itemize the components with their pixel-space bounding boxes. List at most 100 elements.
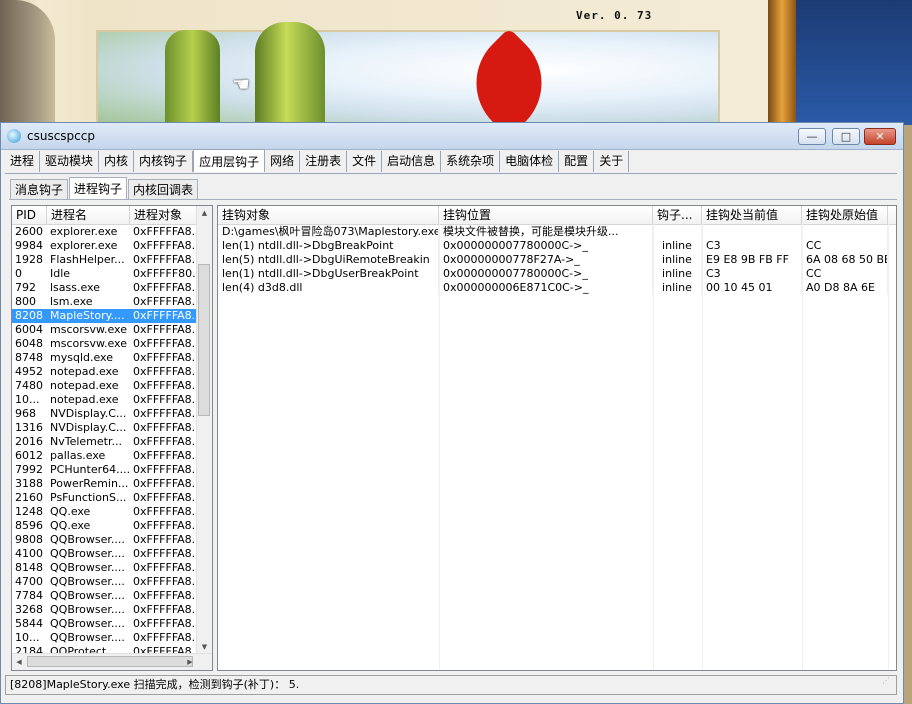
hook-row[interactable]: D:\games\枫叶冒险岛073\Maplestory.exe 模块文件被替换，… <box>218 225 896 239</box>
tab-file[interactable]: 文件 <box>347 151 383 172</box>
horizontal-scrollbar[interactable]: ◀ ▶ <box>12 653 212 670</box>
process-row[interactable]: 2160 PsFunctionS... 0xFFFFFA8... <box>12 491 212 505</box>
sub-tab-bar: 消息钩子 进程钩子 内核回调表 <box>10 177 199 199</box>
process-pid: 10... <box>15 631 40 644</box>
process-row[interactable]: 8596 QQ.exe 0xFFFFFA8... <box>12 519 212 533</box>
process-object: 0xFFFFFA8... <box>133 323 199 336</box>
process-row[interactable]: 968 NVDisplay.C... 0xFFFFFA8... <box>12 407 212 421</box>
tab-about[interactable]: 关于 <box>594 151 630 172</box>
process-row[interactable]: 800 lsm.exe 0xFFFFFA8... <box>12 295 212 309</box>
process-row[interactable]: 4952 notepad.exe 0xFFFFFA8... <box>12 365 212 379</box>
column-header-process-object[interactable]: 进程对象 <box>130 206 199 224</box>
hook-row[interactable]: len(4) d3d8.dll 0x000000006E871C0C->_ inli… <box>218 281 896 295</box>
column-header-current-value[interactable]: 挂钩处当前值 <box>702 206 802 224</box>
process-row[interactable]: 3188 PowerRemin... 0xFFFFFA8... <box>12 477 212 491</box>
process-row[interactable]: 1316 NVDisplay.C... 0xFFFFFA8... <box>12 421 212 435</box>
title-bar[interactable]: csuscspccp — □ ✕ <box>1 123 903 150</box>
tab-network[interactable]: 网络 <box>265 151 301 172</box>
process-row[interactable]: 3268 QQBrowser.... 0xFFFFFA8... <box>12 603 212 617</box>
hook-list[interactable]: 挂钩对象 挂钩位置 钩子... 挂钩处当前值 挂钩处原始值 D:\games\枫… <box>217 205 897 671</box>
column-header-process-name[interactable]: 进程名 <box>47 206 130 224</box>
process-row[interactable]: 7992 PCHunter64.... 0xFFFFFA8... <box>12 463 212 477</box>
tab-app-hooks[interactable]: 应用层钩子 <box>193 149 266 172</box>
process-row[interactable]: 2016 NvTelemetr... 0xFFFFFA8... <box>12 435 212 449</box>
process-row[interactable]: 792 lsass.exe 0xFFFFFA8... <box>12 281 212 295</box>
process-row[interactable]: 1248 QQ.exe 0xFFFFFA8... <box>12 505 212 519</box>
scrollbar-thumb[interactable] <box>27 656 193 667</box>
process-row[interactable]: 0 Idle 0xFFFFF80... <box>12 267 212 281</box>
tab-registry[interactable]: 注册表 <box>300 151 348 172</box>
process-row[interactable]: 9984 explorer.exe 0xFFFFFA8... <box>12 239 212 253</box>
process-row[interactable]: 4700 QQBrowser.... 0xFFFFFA8... <box>12 575 212 589</box>
process-row[interactable]: 9808 QQBrowser.... 0xFFFFFA8... <box>12 533 212 547</box>
process-row[interactable]: 6004 mscorsvw.exe 0xFFFFFA8... <box>12 323 212 337</box>
process-row[interactable]: 6012 pallas.exe 0xFFFFFA8... <box>12 449 212 463</box>
process-name: QQBrowser.... <box>50 617 125 630</box>
tab-process[interactable]: 进程 <box>5 151 41 172</box>
process-row[interactable]: 1928 FlashHelper... 0xFFFFFA8... <box>12 253 212 267</box>
maximize-button[interactable]: □ <box>832 128 860 145</box>
process-object: 0xFFFFFA8... <box>133 575 199 588</box>
process-row[interactable]: 7480 notepad.exe 0xFFFFFA8... <box>12 379 212 393</box>
tab-system-misc[interactable]: 系统杂项 <box>441 151 501 172</box>
close-button[interactable]: ✕ <box>864 128 896 145</box>
process-row[interactable]: 8208 MapleStory.... 0xFFFFFA8... <box>12 309 212 323</box>
column-header-hook-position[interactable]: 挂钩位置 <box>439 206 653 224</box>
process-object: 0xFFFFFA8... <box>133 337 199 350</box>
process-name: FlashHelper... <box>50 253 125 266</box>
tab-driver-modules[interactable]: 驱动模块 <box>40 151 100 172</box>
process-list[interactable]: PID 进程名 进程对象 2600 explorer.exe 0xFFFFFA8..… <box>11 205 213 671</box>
status-text: [8208]MapleStory.exe 扫描完成，检测到钩子(补丁)： 5. <box>10 678 300 691</box>
scroll-right-icon[interactable]: ▶ <box>183 654 197 670</box>
scroll-up-icon[interactable]: ▲ <box>197 206 212 220</box>
tab-config[interactable]: 配置 <box>559 151 595 172</box>
column-header-pid[interactable]: PID <box>12 206 47 224</box>
process-name: lsass.exe <box>50 281 100 294</box>
hook-row[interactable]: len(1) ntdll.dll->DbgBreakPoint 0x0000000… <box>218 239 896 253</box>
resize-grip-icon[interactable]: ⋰ <box>882 672 890 690</box>
subtab-kernel-callbacks[interactable]: 内核回调表 <box>128 179 199 199</box>
scroll-down-icon[interactable]: ▼ <box>197 640 212 654</box>
column-header-original-value[interactable]: 挂钩处原始值 <box>802 206 888 224</box>
process-object: 0xFFFFFA8... <box>133 295 199 308</box>
scroll-left-icon[interactable]: ◀ <box>12 654 26 670</box>
process-row[interactable]: 5844 QQBrowser.... 0xFFFFFA8... <box>12 617 212 631</box>
column-gridline <box>653 224 654 670</box>
column-header-hook-type[interactable]: 钩子... <box>653 206 702 224</box>
hook-position: 0x000000006E871C0C->_ <box>439 281 653 295</box>
process-object: 0xFFFFFA8... <box>133 491 199 504</box>
process-object: 0xFFFFFA8... <box>133 561 199 574</box>
process-row[interactable]: 10... QQBrowser.... 0xFFFFFA8... <box>12 631 212 645</box>
tab-kernel[interactable]: 内核 <box>99 151 135 172</box>
hook-row[interactable]: len(1) ntdll.dll->DbgUserBreakPoint 0x000… <box>218 267 896 281</box>
process-name: NvTelemetr... <box>50 435 122 448</box>
process-pid: 2016 <box>15 435 43 448</box>
minimize-button[interactable]: — <box>798 128 826 145</box>
process-row[interactable]: 4100 QQBrowser.... 0xFFFFFA8... <box>12 547 212 561</box>
hook-current-value: E9 E8 9B FB FF <box>702 253 802 267</box>
process-row[interactable]: 8748 mysqld.exe 0xFFFFFA8... <box>12 351 212 365</box>
process-name: NVDisplay.C... <box>50 421 127 434</box>
process-pid: 3188 <box>15 477 43 490</box>
hook-row[interactable]: len(5) ntdll.dll->DbgUiRemoteBreakin 0x00… <box>218 253 896 267</box>
subtab-process-hooks[interactable]: 进程钩子 <box>69 177 128 199</box>
process-object: 0xFFFFFA8... <box>133 393 199 406</box>
process-row[interactable]: 8148 QQBrowser.... 0xFFFFFA8... <box>12 561 212 575</box>
scrollbar-thumb[interactable] <box>198 264 210 416</box>
process-row[interactable]: 2600 explorer.exe 0xFFFFFA8... <box>12 225 212 239</box>
tab-pc-checkup[interactable]: 电脑体检 <box>500 151 560 172</box>
subtab-message-hooks[interactable]: 消息钩子 <box>10 179 69 199</box>
process-object: 0xFFFFFA8... <box>133 407 199 420</box>
process-pid: 4100 <box>15 547 43 560</box>
vertical-scrollbar[interactable]: ▲ ▼ <box>196 206 212 654</box>
hook-original-value <box>802 225 888 239</box>
process-name: QQ.exe <box>50 519 91 532</box>
column-header-hook-object[interactable]: 挂钩对象 <box>218 206 439 224</box>
hook-position: 0x00000000778F27A->_ <box>439 253 653 267</box>
tab-kernel-hooks[interactable]: 内核钩子 <box>134 151 194 172</box>
process-row[interactable]: 7784 QQBrowser.... 0xFFFFFA8... <box>12 589 212 603</box>
app-icon <box>7 129 21 143</box>
process-row[interactable]: 6048 mscorsvw.exe 0xFFFFFA8... <box>12 337 212 351</box>
tab-startup[interactable]: 启动信息 <box>382 151 442 172</box>
process-row[interactable]: 10... notepad.exe 0xFFFFFA8... <box>12 393 212 407</box>
